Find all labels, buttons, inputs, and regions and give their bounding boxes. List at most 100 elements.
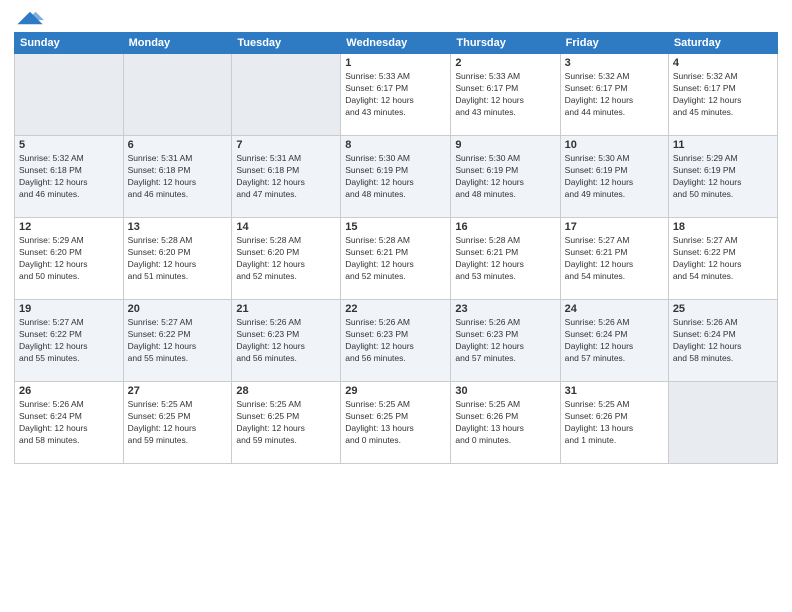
day-info: Sunrise: 5:25 AM Sunset: 6:25 PM Dayligh…: [128, 399, 228, 447]
day-info: Sunrise: 5:30 AM Sunset: 6:19 PM Dayligh…: [455, 153, 555, 201]
calendar-cell: 7 Sunrise: 5:31 AM Sunset: 6:18 PM Daylig…: [232, 136, 341, 218]
calendar-cell: 27 Sunrise: 5:25 AM Sunset: 6:25 PM Dayli…: [123, 382, 232, 464]
calendar-cell: 15 Sunrise: 5:28 AM Sunset: 6:21 PM Dayli…: [341, 218, 451, 300]
calendar-cell: 2 Sunrise: 5:33 AM Sunset: 6:17 PM Daylig…: [451, 54, 560, 136]
calendar-cell: 9Sunrise: 5:30 AM Sunset: 6:19 PM Daylig…: [451, 136, 560, 218]
day-number: 6: [128, 139, 228, 151]
weekday-header: Wednesday: [341, 33, 451, 54]
day-info: Sunrise: 5:25 AM Sunset: 6:26 PM Dayligh…: [455, 399, 555, 447]
day-number: 15: [345, 221, 446, 233]
day-info: Sunrise: 5:31 AM Sunset: 6:18 PM Dayligh…: [236, 153, 336, 201]
day-number: 16: [455, 221, 555, 233]
calendar-week-row: 1 Sunrise: 5:33 AM Sunset: 6:17 PM Daylig…: [15, 54, 778, 136]
day-info: Sunrise: 5:28 AM Sunset: 6:21 PM Dayligh…: [345, 235, 446, 283]
day-number: 18: [673, 221, 773, 233]
day-info: Sunrise: 5:25 AM Sunset: 6:26 PM Dayligh…: [565, 399, 664, 447]
calendar-cell: 30 Sunrise: 5:25 AM Sunset: 6:26 PM Dayli…: [451, 382, 560, 464]
calendar-cell: 17 Sunrise: 5:27 AM Sunset: 6:21 PM Dayli…: [560, 218, 668, 300]
day-number: 13: [128, 221, 228, 233]
day-number: 24: [565, 303, 664, 315]
day-info: Sunrise: 5:29 AM Sunset: 6:19 PM Dayligh…: [673, 153, 773, 201]
calendar-week-row: 12Sunrise: 5:29 AM Sunset: 6:20 PM Dayli…: [15, 218, 778, 300]
day-number: 26: [19, 385, 119, 397]
day-info: Sunrise: 5:30 AM Sunset: 6:19 PM Dayligh…: [345, 153, 446, 201]
day-number: 7: [236, 139, 336, 151]
calendar-cell: 20 Sunrise: 5:27 AM Sunset: 6:22 PM Dayli…: [123, 300, 232, 382]
day-info: Sunrise: 5:27 AM Sunset: 6:22 PM Dayligh…: [128, 317, 228, 365]
calendar-cell: 4 Sunrise: 5:32 AM Sunset: 6:17 PM Daylig…: [668, 54, 777, 136]
calendar-cell: 29 Sunrise: 5:25 AM Sunset: 6:25 PM Dayli…: [341, 382, 451, 464]
day-number: 4: [673, 57, 773, 69]
day-number: 21: [236, 303, 336, 315]
day-info: Sunrise: 5:27 AM Sunset: 6:22 PM Dayligh…: [19, 317, 119, 365]
calendar-cell: 1 Sunrise: 5:33 AM Sunset: 6:17 PM Daylig…: [341, 54, 451, 136]
calendar-cell: 11 Sunrise: 5:29 AM Sunset: 6:19 PM Dayli…: [668, 136, 777, 218]
calendar-cell: [668, 382, 777, 464]
day-number: 27: [128, 385, 228, 397]
calendar-cell: 5Sunrise: 5:32 AM Sunset: 6:18 PM Daylig…: [15, 136, 124, 218]
header: [14, 10, 778, 26]
day-number: 2: [455, 57, 555, 69]
day-number: 5: [19, 139, 119, 151]
calendar: SundayMondayTuesdayWednesdayThursdayFrid…: [14, 32, 778, 464]
page: SundayMondayTuesdayWednesdayThursdayFrid…: [0, 0, 792, 612]
day-info: Sunrise: 5:29 AM Sunset: 6:20 PM Dayligh…: [19, 235, 119, 283]
day-info: Sunrise: 5:25 AM Sunset: 6:25 PM Dayligh…: [345, 399, 446, 447]
calendar-cell: 8 Sunrise: 5:30 AM Sunset: 6:19 PM Daylig…: [341, 136, 451, 218]
calendar-week-row: 26Sunrise: 5:26 AM Sunset: 6:24 PM Dayli…: [15, 382, 778, 464]
day-number: 3: [565, 57, 664, 69]
day-number: 8: [345, 139, 446, 151]
day-info: Sunrise: 5:28 AM Sunset: 6:21 PM Dayligh…: [455, 235, 555, 283]
day-info: Sunrise: 5:27 AM Sunset: 6:21 PM Dayligh…: [565, 235, 664, 283]
calendar-cell: 25 Sunrise: 5:26 AM Sunset: 6:24 PM Dayli…: [668, 300, 777, 382]
weekday-header: Monday: [123, 33, 232, 54]
day-number: 30: [455, 385, 555, 397]
day-info: Sunrise: 5:33 AM Sunset: 6:17 PM Dayligh…: [455, 71, 555, 119]
weekday-header: Tuesday: [232, 33, 341, 54]
calendar-cell: 16 Sunrise: 5:28 AM Sunset: 6:21 PM Dayli…: [451, 218, 560, 300]
calendar-cell: 28 Sunrise: 5:25 AM Sunset: 6:25 PM Dayli…: [232, 382, 341, 464]
day-info: Sunrise: 5:26 AM Sunset: 6:24 PM Dayligh…: [673, 317, 773, 365]
weekday-header: Friday: [560, 33, 668, 54]
day-info: Sunrise: 5:26 AM Sunset: 6:23 PM Dayligh…: [236, 317, 336, 365]
weekday-header: Saturday: [668, 33, 777, 54]
day-info: Sunrise: 5:26 AM Sunset: 6:23 PM Dayligh…: [345, 317, 446, 365]
calendar-cell: 22 Sunrise: 5:26 AM Sunset: 6:23 PM Dayli…: [341, 300, 451, 382]
day-number: 22: [345, 303, 446, 315]
day-info: Sunrise: 5:28 AM Sunset: 6:20 PM Dayligh…: [236, 235, 336, 283]
day-number: 25: [673, 303, 773, 315]
day-number: 17: [565, 221, 664, 233]
calendar-cell: 26Sunrise: 5:26 AM Sunset: 6:24 PM Dayli…: [15, 382, 124, 464]
calendar-cell: 12Sunrise: 5:29 AM Sunset: 6:20 PM Dayli…: [15, 218, 124, 300]
weekday-header: Sunday: [15, 33, 124, 54]
logo-icon: [16, 10, 44, 26]
calendar-cell: 10Sunrise: 5:30 AM Sunset: 6:19 PM Dayli…: [560, 136, 668, 218]
day-number: 29: [345, 385, 446, 397]
calendar-cell: 31Sunrise: 5:25 AM Sunset: 6:26 PM Dayli…: [560, 382, 668, 464]
day-info: Sunrise: 5:33 AM Sunset: 6:17 PM Dayligh…: [345, 71, 446, 119]
calendar-cell: [232, 54, 341, 136]
calendar-cell: 6 Sunrise: 5:31 AM Sunset: 6:18 PM Daylig…: [123, 136, 232, 218]
day-info: Sunrise: 5:25 AM Sunset: 6:25 PM Dayligh…: [236, 399, 336, 447]
calendar-cell: 21 Sunrise: 5:26 AM Sunset: 6:23 PM Dayli…: [232, 300, 341, 382]
calendar-cell: 24Sunrise: 5:26 AM Sunset: 6:24 PM Dayli…: [560, 300, 668, 382]
calendar-cell: 23 Sunrise: 5:26 AM Sunset: 6:23 PM Dayli…: [451, 300, 560, 382]
calendar-cell: 3 Sunrise: 5:32 AM Sunset: 6:17 PM Daylig…: [560, 54, 668, 136]
calendar-cell: [15, 54, 124, 136]
day-number: 20: [128, 303, 228, 315]
day-info: Sunrise: 5:26 AM Sunset: 6:23 PM Dayligh…: [455, 317, 555, 365]
day-info: Sunrise: 5:32 AM Sunset: 6:17 PM Dayligh…: [565, 71, 664, 119]
calendar-cell: 13Sunrise: 5:28 AM Sunset: 6:20 PM Dayli…: [123, 218, 232, 300]
day-number: 1: [345, 57, 446, 69]
day-info: Sunrise: 5:31 AM Sunset: 6:18 PM Dayligh…: [128, 153, 228, 201]
day-number: 10: [565, 139, 664, 151]
calendar-cell: [123, 54, 232, 136]
calendar-cell: 14 Sunrise: 5:28 AM Sunset: 6:20 PM Dayli…: [232, 218, 341, 300]
day-number: 11: [673, 139, 773, 151]
calendar-week-row: 19Sunrise: 5:27 AM Sunset: 6:22 PM Dayli…: [15, 300, 778, 382]
day-number: 14: [236, 221, 336, 233]
day-number: 28: [236, 385, 336, 397]
day-number: 23: [455, 303, 555, 315]
day-info: Sunrise: 5:32 AM Sunset: 6:17 PM Dayligh…: [673, 71, 773, 119]
calendar-week-row: 5Sunrise: 5:32 AM Sunset: 6:18 PM Daylig…: [15, 136, 778, 218]
